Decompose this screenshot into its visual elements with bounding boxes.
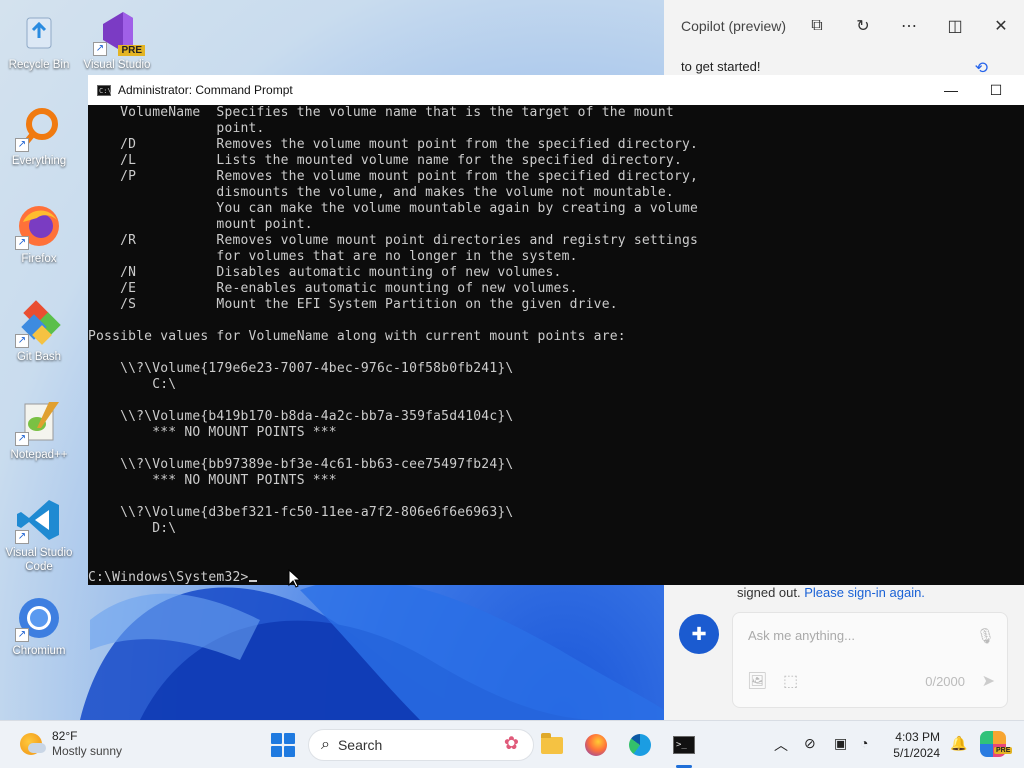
vscode-icon: ↗ [15,496,63,544]
chat-plus-icon: ✚ [691,623,707,644]
copilot-header: Copilot (preview) ⧉ ↻ ⋯ ◫ ✕ [664,0,1024,52]
add-image-icon[interactable]: 🖼 [747,671,767,691]
screenshot-icon[interactable]: ⬚ [783,671,798,691]
taskbar-firefox[interactable] [580,729,612,761]
minimize-icon: — [944,82,958,98]
microphone-icon[interactable]: 🎙 [976,627,995,645]
desktop-icon-chromium[interactable]: ↗ Chromium [3,594,75,658]
terminal-icon: >_ [673,736,695,754]
edge-icon [629,734,651,756]
partly-sunny-icon [20,733,46,755]
folder-icon [541,732,563,754]
visual-studio-icon: ↗ PRE [93,8,145,56]
shortcut-arrow-icon: ↗ [15,628,29,642]
copilot-pre-badge: PRE [994,747,1013,754]
desktop-icon-notepadpp[interactable]: ↗ Notepad++ [3,398,75,462]
shortcut-arrow-icon: ↗ [15,432,29,446]
taskbar-edge[interactable] [624,729,656,761]
cmd-titlebar[interactable]: C:\ Administrator: Command Prompt — ☐ [88,75,1024,105]
more-options-icon[interactable]: ⋯ [886,0,932,52]
shortcut-arrow-icon: ↗ [15,334,29,348]
signed-out-message: signed out. Please sign-in again. [737,585,925,600]
desktop-icon-firefox[interactable]: ↗ Firefox [3,202,75,266]
cmd-prompt-line[interactable]: C:\Windows\System32> [88,570,257,585]
close-icon[interactable]: ✕ [978,0,1024,52]
sign-in-link[interactable]: Please sign-in again. [804,585,925,600]
shortcut-arrow-icon: ↗ [93,42,107,56]
system-clock[interactable]: 4:03 PM 5/1/2024 [888,729,940,761]
chromium-icon: ↗ [15,594,63,642]
search-icon: ⌕ [321,736,330,753]
git-bash-icon: ↗ [15,300,63,348]
desktop-icon-visual-studio[interactable]: ↗ PRE Visual Studio [81,8,153,72]
weather-widget[interactable]: 82°F Mostly sunny [20,729,122,759]
notepadpp-icon: ↗ [15,398,63,446]
dock-panel-icon[interactable]: ◫ [932,0,978,52]
text-cursor [248,580,257,582]
cmd-app-icon: C:\ [97,84,112,96]
ask-input[interactable] [746,627,970,644]
copilot-greeting: to get started! [681,59,761,74]
start-button[interactable] [271,733,295,757]
taskbar-search[interactable]: ⌕ Search ✿ [308,729,534,761]
desktop-icon-vscode[interactable]: ↗ Visual Studio Code [3,496,75,574]
weather-temperature: 82°F [52,729,78,743]
taskbar-file-explorer[interactable] [536,729,568,761]
copilot-title: Copilot (preview) [681,18,787,34]
maximize-icon: ☐ [989,81,1003,98]
recycle-bin-icon [15,8,63,56]
network-disconnected-icon[interactable]: ⊘ [804,735,816,752]
refresh-icon[interactable]: ↻ [840,0,886,52]
open-external-icon[interactable]: ⧉ [794,0,840,52]
cmd-title: Administrator: Command Prompt [118,83,293,97]
shortcut-arrow-icon: ↗ [15,236,29,250]
minimize-button[interactable]: — [928,75,974,105]
ask-box: 🎙 🖼 ⬚ 0/2000 ➤ [732,612,1008,708]
desktop-icon-recycle-bin[interactable]: Recycle Bin [3,8,75,72]
desktop-icon-git-bash[interactable]: ↗ Git Bash [3,300,75,364]
weather-description: Mostly sunny [52,744,123,758]
cmd-output: VolumeName Specifies the volume name tha… [88,105,699,536]
shortcut-arrow-icon: ↗ [15,530,29,544]
notification-bell-icon[interactable]: 🔔 [950,735,967,752]
search-label: Search [337,737,383,753]
shortcut-arrow-icon: ↗ [15,138,29,152]
clock-date: 5/1/2024 [893,746,940,760]
show-hidden-icons-chevron-icon[interactable]: ︿ [774,735,788,755]
desktop-icon-everything[interactable]: ↗ Everything [3,104,75,168]
search-highlight-flower-icon: ✿ [503,733,519,753]
firefox-icon [585,734,607,756]
command-prompt-window[interactable]: C:\ Administrator: Command Prompt — ☐ Vo… [88,75,1024,585]
pre-badge: PRE [118,45,145,56]
maximize-button[interactable]: ☐ [973,75,1019,105]
volume-icon[interactable]: ◔ [860,735,868,751]
taskbar-command-prompt[interactable]: >_ [668,729,700,761]
send-icon[interactable]: ➤ [982,671,995,691]
mouse-pointer-icon [288,569,300,588]
taskbar: 82°F Mostly sunny ⌕ Search ✿ >_ ︿ ⊘ ▣ ◔ … [0,720,1024,768]
char-count: 0/2000 [925,674,965,689]
everything-icon: ↗ [15,104,63,152]
new-topic-button[interactable]: ✚ [679,614,719,654]
cmd-prompt: C:\Windows\System32> [88,570,249,585]
clock-time: 4:03 PM [895,730,940,744]
cmd-console[interactable]: VolumeName Specifies the volume name tha… [88,105,1024,585]
display-icon[interactable]: ▣ [834,735,847,752]
firefox-icon: ↗ [15,202,63,250]
